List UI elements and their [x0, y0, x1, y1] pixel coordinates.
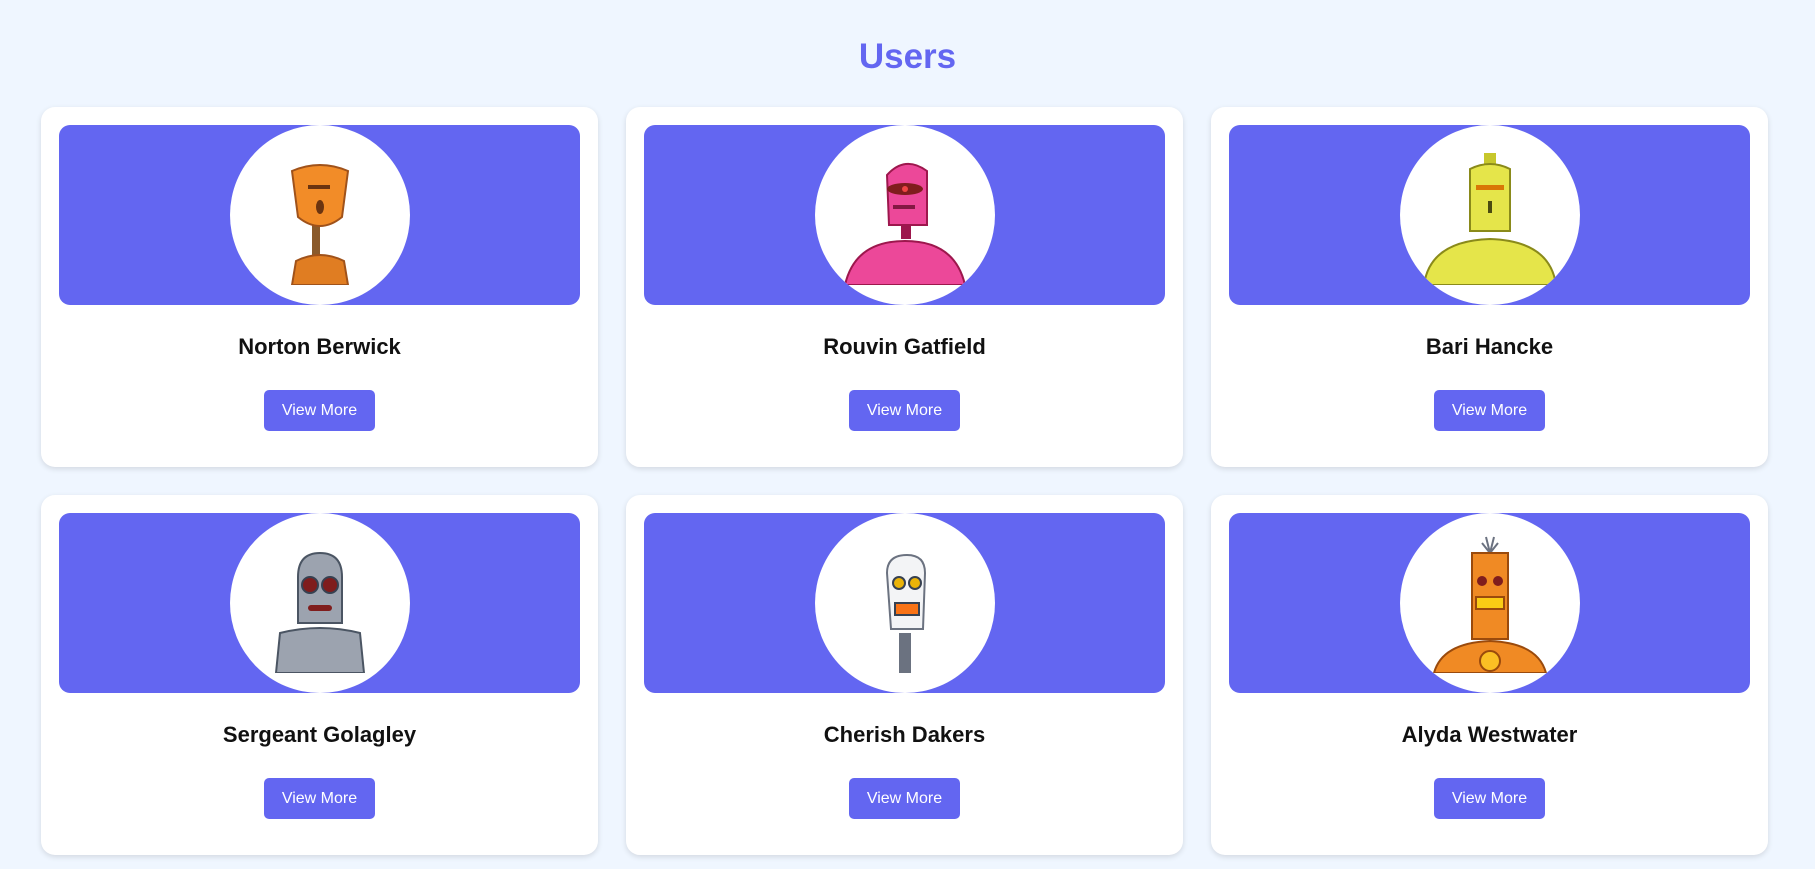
card-banner	[1229, 125, 1750, 305]
user-card-grid: Norton Berwick View More Rouvin Gatfield…	[0, 107, 1815, 855]
pink-robot-avatar-icon	[843, 163, 967, 285]
card-banner	[644, 513, 1165, 693]
white-robot-avatar-icon	[885, 553, 927, 673]
view-more-button[interactable]: View More	[264, 390, 375, 431]
user-card: Cherish Dakers View More	[626, 495, 1183, 855]
user-name: Norton Berwick	[238, 334, 401, 359]
card-banner	[1229, 513, 1750, 693]
avatar	[230, 125, 410, 305]
view-more-button[interactable]: View More	[264, 778, 375, 819]
user-card: Bari Hancke View More	[1211, 107, 1768, 467]
card-banner	[59, 125, 580, 305]
user-name: Sergeant Golagley	[222, 722, 417, 747]
orange-tall-robot-avatar-icon	[1432, 536, 1548, 673]
avatar	[1400, 513, 1580, 693]
card-banner	[644, 125, 1165, 305]
avatar	[230, 513, 410, 693]
view-more-button[interactable]: View More	[849, 778, 960, 819]
user-card: Norton Berwick View More	[41, 107, 598, 467]
user-name: Bari Hancke	[1425, 334, 1554, 359]
view-more-button[interactable]: View More	[849, 390, 960, 431]
user-card: Sergeant Golagley View More	[41, 495, 598, 855]
gray-robot-avatar-icon	[274, 551, 366, 673]
yellow-robot-avatar-icon	[1422, 153, 1558, 285]
view-more-button[interactable]: View More	[1434, 390, 1545, 431]
avatar	[1400, 125, 1580, 305]
user-name: Cherish Dakers	[823, 722, 986, 747]
avatar	[815, 125, 995, 305]
user-card: Rouvin Gatfield View More	[626, 107, 1183, 467]
card-banner	[59, 513, 580, 693]
user-name: Alyda Westwater	[1401, 722, 1578, 747]
user-card: Alyda Westwater View More	[1211, 495, 1768, 855]
avatar	[815, 513, 995, 693]
orange-robot-avatar-icon	[290, 164, 350, 285]
page-title: Users	[858, 37, 957, 76]
view-more-button[interactable]: View More	[1434, 778, 1545, 819]
user-name: Rouvin Gatfield	[823, 334, 986, 359]
